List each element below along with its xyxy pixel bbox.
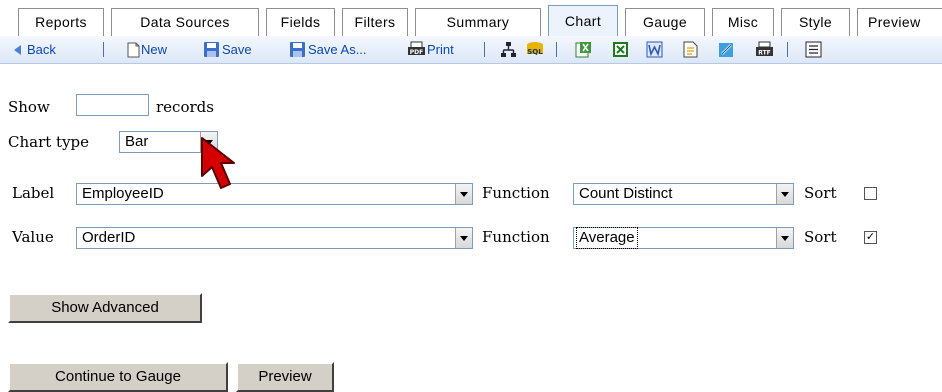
show-records-input[interactable] bbox=[76, 94, 149, 116]
tab-misc[interactable]: Misc bbox=[712, 8, 774, 36]
back-icon[interactable] bbox=[14, 45, 22, 55]
print-button[interactable]: Print bbox=[427, 36, 454, 63]
edit-icon[interactable] bbox=[718, 41, 735, 58]
sql-icon[interactable]: SQL bbox=[525, 41, 545, 58]
tab-preview[interactable]: Preview bbox=[857, 8, 942, 36]
mouse-cursor-icon bbox=[201, 137, 235, 189]
label-field-value: EmployeeID bbox=[82, 185, 164, 202]
tab-chart[interactable]: Chart bbox=[548, 5, 618, 36]
tab-data-sources[interactable]: Data Sources bbox=[111, 8, 259, 36]
tab-gauge[interactable]: Gauge bbox=[625, 8, 705, 36]
chevron-down-icon[interactable] bbox=[776, 184, 793, 204]
label-sort-label: Sort bbox=[804, 184, 837, 202]
value-function-label: Function bbox=[482, 228, 550, 246]
value-field-value: OrderID bbox=[82, 229, 136, 246]
records-label: records bbox=[156, 98, 214, 116]
toolbar-separator bbox=[103, 42, 104, 57]
save-as-button[interactable]: Save As... bbox=[308, 36, 367, 63]
print-pdf-icon[interactable]: PDF bbox=[407, 41, 426, 58]
chevron-down-icon[interactable] bbox=[776, 228, 793, 248]
tab-filters[interactable]: Filters bbox=[342, 8, 408, 36]
tab-reports[interactable]: Reports bbox=[18, 8, 104, 36]
new-icon[interactable] bbox=[127, 42, 140, 58]
toolbar-separator bbox=[556, 42, 557, 57]
chevron-down-icon[interactable] bbox=[455, 228, 472, 248]
save-button[interactable]: Save bbox=[222, 36, 252, 63]
hierarchy-icon[interactable] bbox=[500, 41, 517, 58]
tab-fields[interactable]: Fields bbox=[266, 8, 335, 36]
toolbar-separator bbox=[787, 42, 788, 57]
label-function-value: Count Distinct bbox=[579, 185, 673, 202]
value-sort-label: Sort bbox=[804, 228, 837, 246]
value-sort-checkbox[interactable]: ✓ bbox=[864, 231, 877, 244]
toolbar-separator bbox=[484, 42, 485, 57]
label-row-label: Label bbox=[12, 184, 55, 202]
label-function-label: Function bbox=[482, 184, 550, 202]
label-field-select[interactable]: EmployeeID bbox=[76, 183, 473, 205]
svg-text:RTF: RTF bbox=[758, 50, 771, 57]
chevron-down-icon[interactable] bbox=[455, 184, 472, 204]
rtf-icon[interactable]: RTF bbox=[755, 41, 774, 58]
excel-icon[interactable] bbox=[575, 41, 592, 58]
document-icon[interactable] bbox=[683, 41, 698, 58]
back-button[interactable]: Back bbox=[27, 36, 56, 63]
list-icon[interactable] bbox=[805, 41, 822, 58]
save-as-icon[interactable] bbox=[289, 41, 306, 58]
excel-xls-icon[interactable] bbox=[612, 41, 629, 58]
value-function-select[interactable]: Average bbox=[573, 227, 794, 249]
tab-bar: Reports Data Sources Fields Filters Summ… bbox=[0, 0, 942, 38]
value-row-label: Value bbox=[12, 228, 54, 246]
chart-type-label: Chart type bbox=[8, 133, 90, 151]
show-label: Show bbox=[8, 98, 50, 116]
new-button[interactable]: New bbox=[141, 36, 167, 63]
toolbar: Back New Save Save As... PDF Print SQL R… bbox=[0, 36, 942, 64]
save-icon[interactable] bbox=[203, 41, 220, 58]
label-function-select[interactable]: Count Distinct bbox=[573, 183, 794, 205]
tab-style[interactable]: Style bbox=[781, 8, 850, 36]
label-sort-checkbox[interactable] bbox=[864, 187, 877, 200]
tab-summary[interactable]: Summary bbox=[415, 8, 541, 36]
continue-to-gauge-button[interactable]: Continue to Gauge bbox=[8, 362, 228, 392]
preview-button[interactable]: Preview bbox=[236, 362, 334, 392]
chart-type-value: Bar bbox=[125, 133, 149, 150]
value-function-value: Average bbox=[576, 227, 638, 249]
value-field-select[interactable]: OrderID bbox=[76, 227, 473, 249]
word-icon[interactable] bbox=[646, 41, 663, 58]
show-advanced-button[interactable]: Show Advanced bbox=[8, 293, 202, 323]
svg-text:SQL: SQL bbox=[527, 48, 543, 56]
svg-text:PDF: PDF bbox=[410, 49, 423, 56]
